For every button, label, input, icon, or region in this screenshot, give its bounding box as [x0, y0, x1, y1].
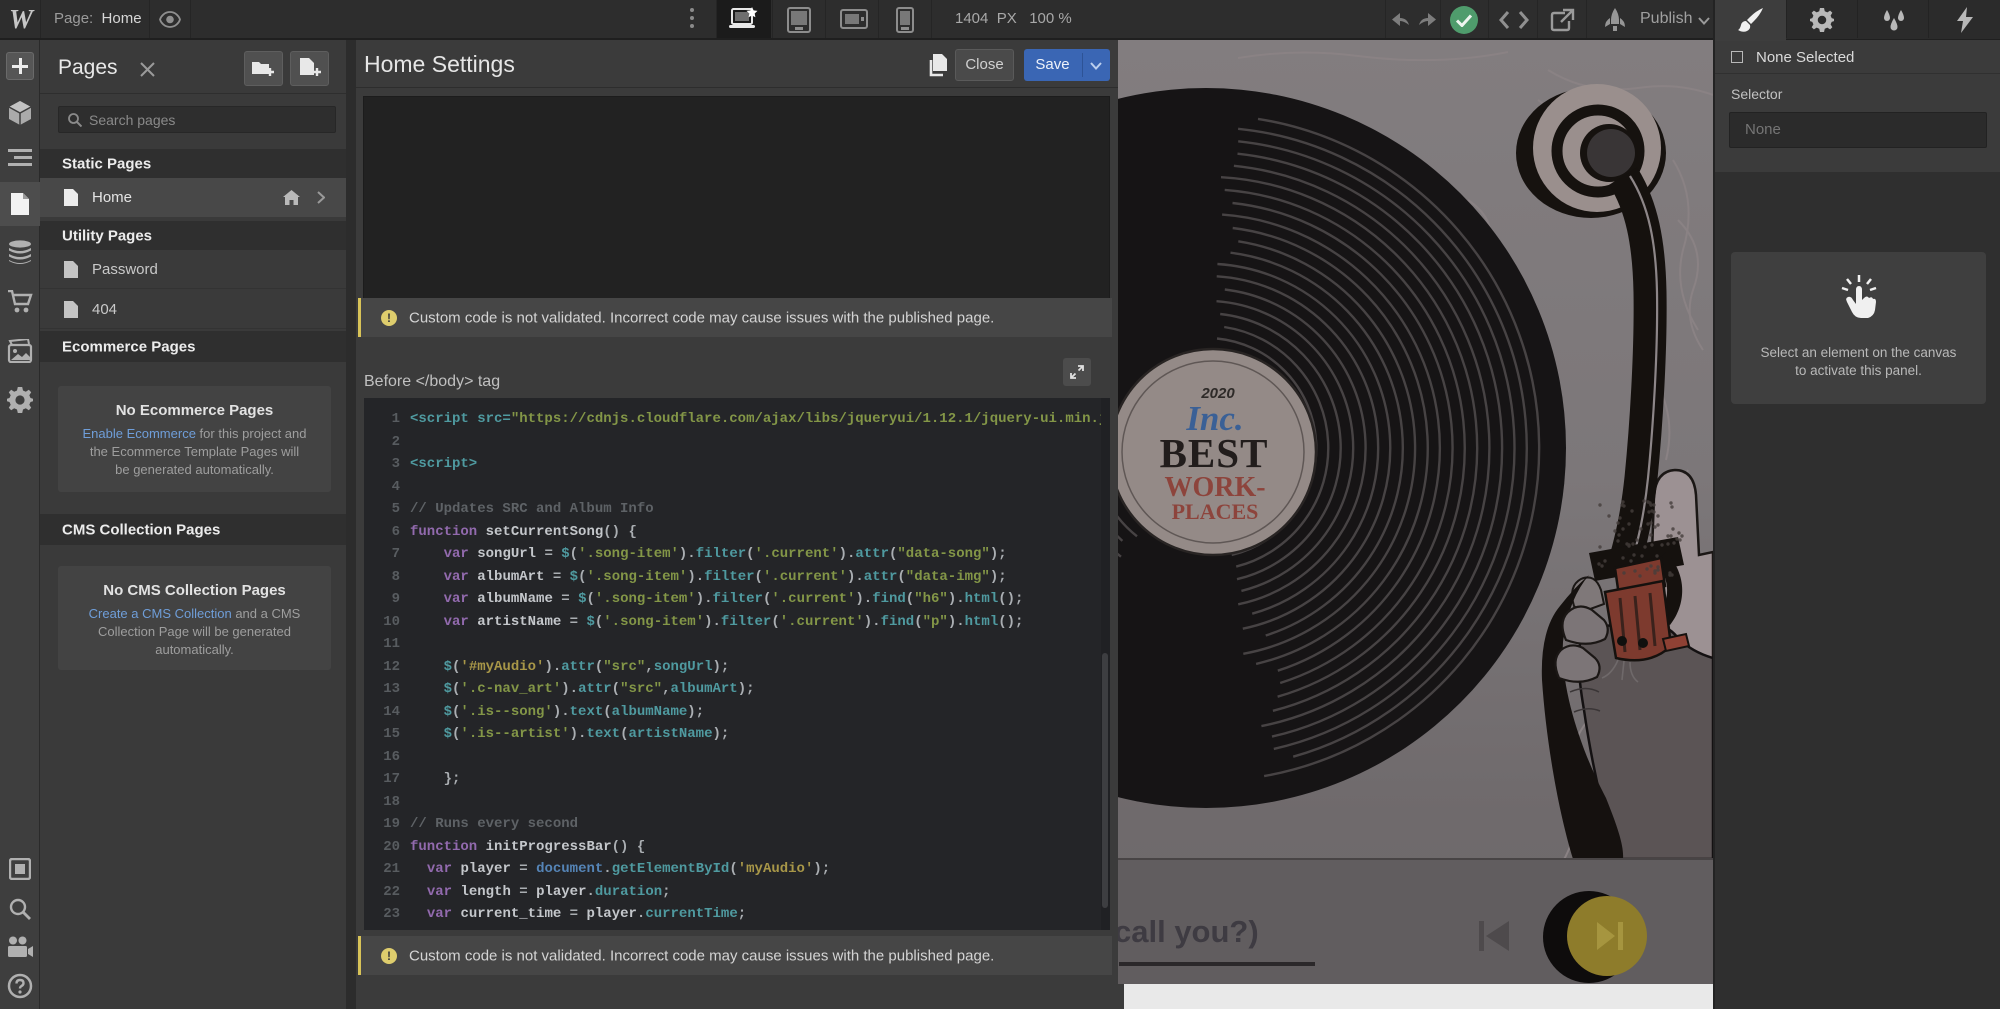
svg-text:PLACES: PLACES	[1172, 499, 1259, 524]
svg-text:BEST: BEST	[1160, 430, 1269, 476]
svg-text:call you?): call you?)	[1118, 914, 1259, 949]
